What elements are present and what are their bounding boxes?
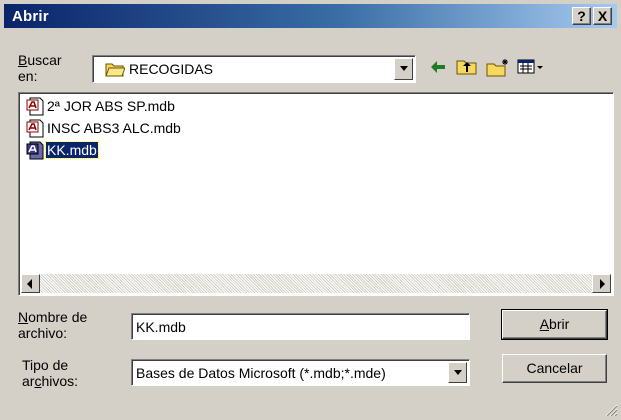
- resize-grip-icon[interactable]: [604, 403, 618, 417]
- filename-label-line1: Nombre de: [18, 309, 88, 325]
- file-name: 2ª JOR ABS SP.mdb: [47, 98, 175, 114]
- open-button[interactable]: Abrir: [501, 309, 608, 340]
- lookin-combo[interactable]: RECOGIDAS: [92, 55, 416, 83]
- lookin-label-line1: Buscar: [18, 52, 62, 68]
- filetype-label-line1: Tipo de: [22, 357, 69, 373]
- lookin-folder-name: RECOGIDAS: [129, 61, 214, 77]
- filename-label-line2: archivo:: [18, 325, 68, 341]
- chevron-down-icon: [454, 370, 462, 375]
- new-folder-icon[interactable]: [486, 58, 510, 78]
- filetype-label-line2: archivos:: [22, 373, 79, 389]
- help-button[interactable]: ?: [572, 7, 591, 25]
- horizontal-scrollbar[interactable]: [21, 274, 611, 293]
- arrow-right-icon: [600, 279, 605, 289]
- filename-label: Nombre de archivo:: [18, 309, 87, 341]
- access-db-icon: [26, 97, 44, 116]
- file-list[interactable]: 2ª JOR ABS SP.mdb INSC ABS3 ALC.mdb KK.m…: [18, 92, 614, 296]
- open-file-dialog: Abrir ? X Buscar en: RECOGIDAS 2ª JOR AB…: [0, 0, 621, 420]
- filename-input[interactable]: [131, 313, 470, 340]
- scroll-left-button[interactable]: [21, 274, 40, 293]
- access-db-icon: [26, 119, 44, 138]
- lookin-label: Buscar en:: [18, 52, 62, 84]
- arrow-left-icon: [27, 279, 32, 289]
- file-name: INSC ABS3 ALC.mdb: [47, 120, 181, 136]
- filetype-combo[interactable]: Bases de Datos Microsoft (*.mdb;*.mde): [131, 359, 470, 386]
- view-menu-icon[interactable]: [517, 58, 545, 76]
- title-bar[interactable]: Abrir ? X: [4, 4, 617, 28]
- folder-icon: [105, 63, 125, 77]
- scroll-right-button[interactable]: [592, 274, 611, 293]
- filetype-label: Tipo de archivos:: [22, 357, 78, 389]
- up-folder-icon[interactable]: [456, 58, 478, 76]
- access-db-icon: [26, 141, 44, 160]
- open-button-label-rest: brir: [549, 316, 570, 332]
- lookin-label-line2: en:: [18, 68, 38, 84]
- lookin-dropdown-button[interactable]: [394, 58, 413, 80]
- open-button-label: A: [539, 316, 550, 332]
- filetype-selected: Bases de Datos Microsoft (*.mdb;*.mde): [136, 365, 386, 381]
- close-icon: X: [597, 8, 608, 24]
- chevron-down-icon: [400, 66, 408, 71]
- back-icon[interactable]: [428, 58, 448, 76]
- dialog-title: Abrir: [12, 8, 49, 25]
- cancel-button[interactable]: Cancelar: [502, 354, 607, 383]
- filetype-dropdown-button[interactable]: [448, 362, 467, 383]
- close-button[interactable]: X: [593, 7, 612, 25]
- file-name: KK.mdb: [45, 141, 99, 159]
